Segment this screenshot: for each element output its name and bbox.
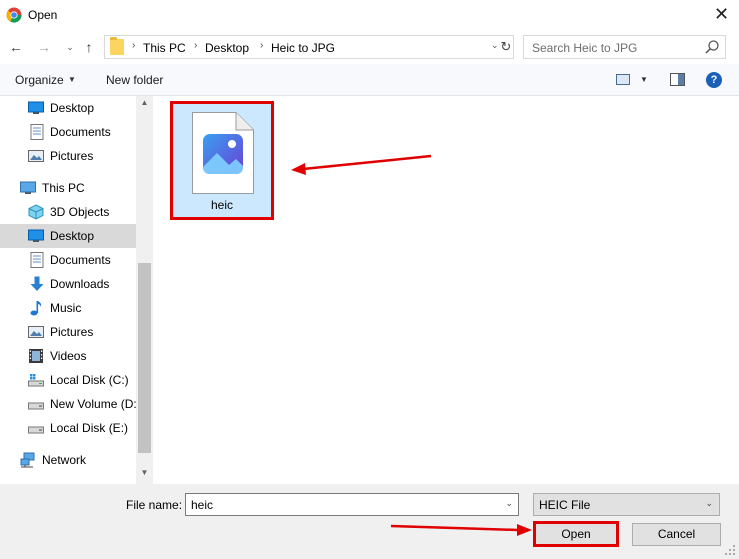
breadcrumb-this-pc[interactable]: This PC (143, 41, 186, 55)
sidebar-item-label: Network (42, 453, 87, 467)
navigation-row: ← → ⌄ ↑ › This PC › Desktop › Heic to JP… (0, 30, 739, 64)
file-type-value: HEIC File (539, 498, 591, 512)
help-icon[interactable]: ? (706, 72, 722, 88)
sidebar-item-local-disk-e[interactable]: Local Disk (E:) (0, 416, 136, 440)
breadcrumb-desktop[interactable]: Desktop (205, 41, 249, 55)
videos-icon (29, 349, 43, 363)
file-name-caption: File name: (126, 498, 183, 512)
sidebar-item-desktop[interactable]: Desktop (0, 224, 136, 248)
forward-arrow-icon: → (37, 39, 51, 55)
chrome-icon (6, 7, 22, 23)
documents-icon (30, 124, 44, 140)
sidebar-item-3d-objects[interactable]: 3D Objects (0, 200, 136, 224)
sidebar-item-label: Pictures (50, 325, 94, 339)
navigation-scrollbar[interactable]: ▲ ▼ (136, 96, 153, 484)
window-title: Open (28, 8, 58, 22)
up-arrow-icon: ↑ (85, 39, 93, 55)
sidebar-item-videos[interactable]: Videos (0, 344, 136, 368)
sidebar-item-desktop-quick[interactable]: Desktop (0, 96, 136, 120)
organize-button[interactable]: Organize (15, 73, 64, 87)
this-pc-icon (20, 181, 36, 194)
scroll-up-icon[interactable]: ▲ (136, 98, 153, 112)
address-bar[interactable]: › This PC › Desktop › Heic to JPG ⌄ ↻ (104, 35, 514, 59)
navigation-pane[interactable]: Desktop Documents Pictures This PC 3D Ob… (0, 96, 153, 484)
chevron-down-icon: ⌄ (66, 42, 74, 52)
sidebar-item-label: Pictures (50, 149, 94, 163)
drive-icon (28, 402, 44, 410)
sidebar-item-local-disk-c[interactable]: Local Disk (C:) (0, 368, 136, 392)
cancel-button[interactable]: Cancel (632, 523, 721, 546)
sidebar-item-label: Videos (50, 349, 87, 363)
title-bar: Open ✕ (0, 0, 739, 30)
preview-pane-icon[interactable] (670, 73, 685, 86)
breadcrumb-heic-to-jpg[interactable]: Heic to JPG (271, 41, 335, 55)
sidebar-item-label: Documents (50, 125, 111, 139)
sidebar-item-label: Desktop (50, 101, 95, 115)
drive-c-icon (28, 374, 44, 387)
breadcrumb-separator: › (132, 40, 136, 51)
3d-objects-icon (28, 204, 44, 220)
music-icon (30, 301, 42, 316)
view-dropdown-icon[interactable]: ▼ (640, 75, 648, 84)
sidebar-item-network[interactable]: Network (0, 448, 136, 472)
breadcrumb-separator: › (260, 40, 264, 51)
sidebar-item-label: Music (50, 301, 82, 315)
refresh-icon[interactable]: ↻ (498, 37, 514, 57)
new-folder-button[interactable]: New folder (106, 73, 163, 87)
sidebar-item-label: Desktop (50, 229, 95, 243)
sidebar-item-pictures-quick[interactable]: Pictures (0, 144, 136, 168)
chevron-down-icon: ⌄ (705, 498, 713, 508)
sidebar-item-downloads[interactable]: Downloads (0, 272, 136, 296)
file-type-select[interactable]: HEIC File ⌄ (533, 493, 720, 516)
up-button[interactable]: ↑ (80, 38, 98, 56)
desktop-icon (28, 229, 44, 242)
close-button[interactable]: ✕ (704, 2, 739, 28)
drive-icon (28, 426, 44, 434)
sidebar-item-new-volume-d[interactable]: New Volume (D: (0, 392, 136, 416)
sidebar-item-documents[interactable]: Documents (0, 248, 136, 272)
sidebar-item-label: This PC (42, 181, 85, 195)
annotation-arrow-icon (291, 154, 432, 175)
folder-icon (110, 37, 124, 55)
file-name-input[interactable]: heic ⌄ (185, 493, 519, 516)
downloads-icon (30, 276, 44, 291)
annotation-arrow-icon (390, 524, 532, 536)
desktop-icon (28, 101, 44, 114)
sidebar-item-label: Documents (50, 253, 111, 267)
chevron-down-icon[interactable]: ⌄ (505, 498, 513, 509)
resize-grip-icon[interactable] (724, 544, 736, 556)
sidebar-item-label: Downloads (50, 277, 110, 291)
back-arrow-icon: ← (9, 39, 23, 55)
close-icon: ✕ (713, 4, 730, 24)
pictures-icon (28, 150, 44, 162)
sidebar-item-pictures[interactable]: Pictures (0, 320, 136, 344)
forward-button[interactable]: → (35, 38, 53, 56)
breadcrumb-separator: › (194, 40, 198, 51)
search-icon (705, 40, 719, 54)
sidebar-item-label: New Volume (D: (50, 397, 136, 411)
open-button[interactable]: Open (533, 521, 619, 547)
pictures-icon (28, 326, 44, 338)
search-placeholder: Search Heic to JPG (532, 41, 638, 55)
highlight-box (170, 101, 274, 220)
sidebar-item-this-pc[interactable]: This PC (0, 176, 136, 200)
recent-locations-button[interactable]: ⌄ (61, 38, 79, 56)
scroll-down-icon[interactable]: ▼ (136, 468, 153, 482)
documents-icon (30, 252, 44, 268)
sidebar-item-label: 3D Objects (50, 205, 110, 219)
sidebar-item-label: Local Disk (E:) (50, 421, 129, 435)
dialog-footer: File name: heic ⌄ HEIC File ⌄ Open Cance… (0, 484, 739, 559)
back-button[interactable]: ← (7, 38, 25, 56)
command-bar: Organize ▼ New folder ▼ ? (0, 64, 739, 96)
organize-dropdown-icon[interactable]: ▼ (68, 75, 76, 84)
file-name-value: heic (191, 498, 214, 512)
sidebar-item-label: Local Disk (C:) (50, 373, 129, 387)
scroll-thumb[interactable] (138, 263, 151, 453)
search-input[interactable]: Search Heic to JPG (523, 35, 726, 59)
change-view-icon[interactable] (616, 74, 630, 85)
file-list[interactable]: heic (153, 96, 739, 484)
sidebar-item-documents-quick[interactable]: Documents (0, 120, 136, 144)
sidebar-item-music[interactable]: Music (0, 296, 136, 320)
network-icon (20, 452, 35, 468)
